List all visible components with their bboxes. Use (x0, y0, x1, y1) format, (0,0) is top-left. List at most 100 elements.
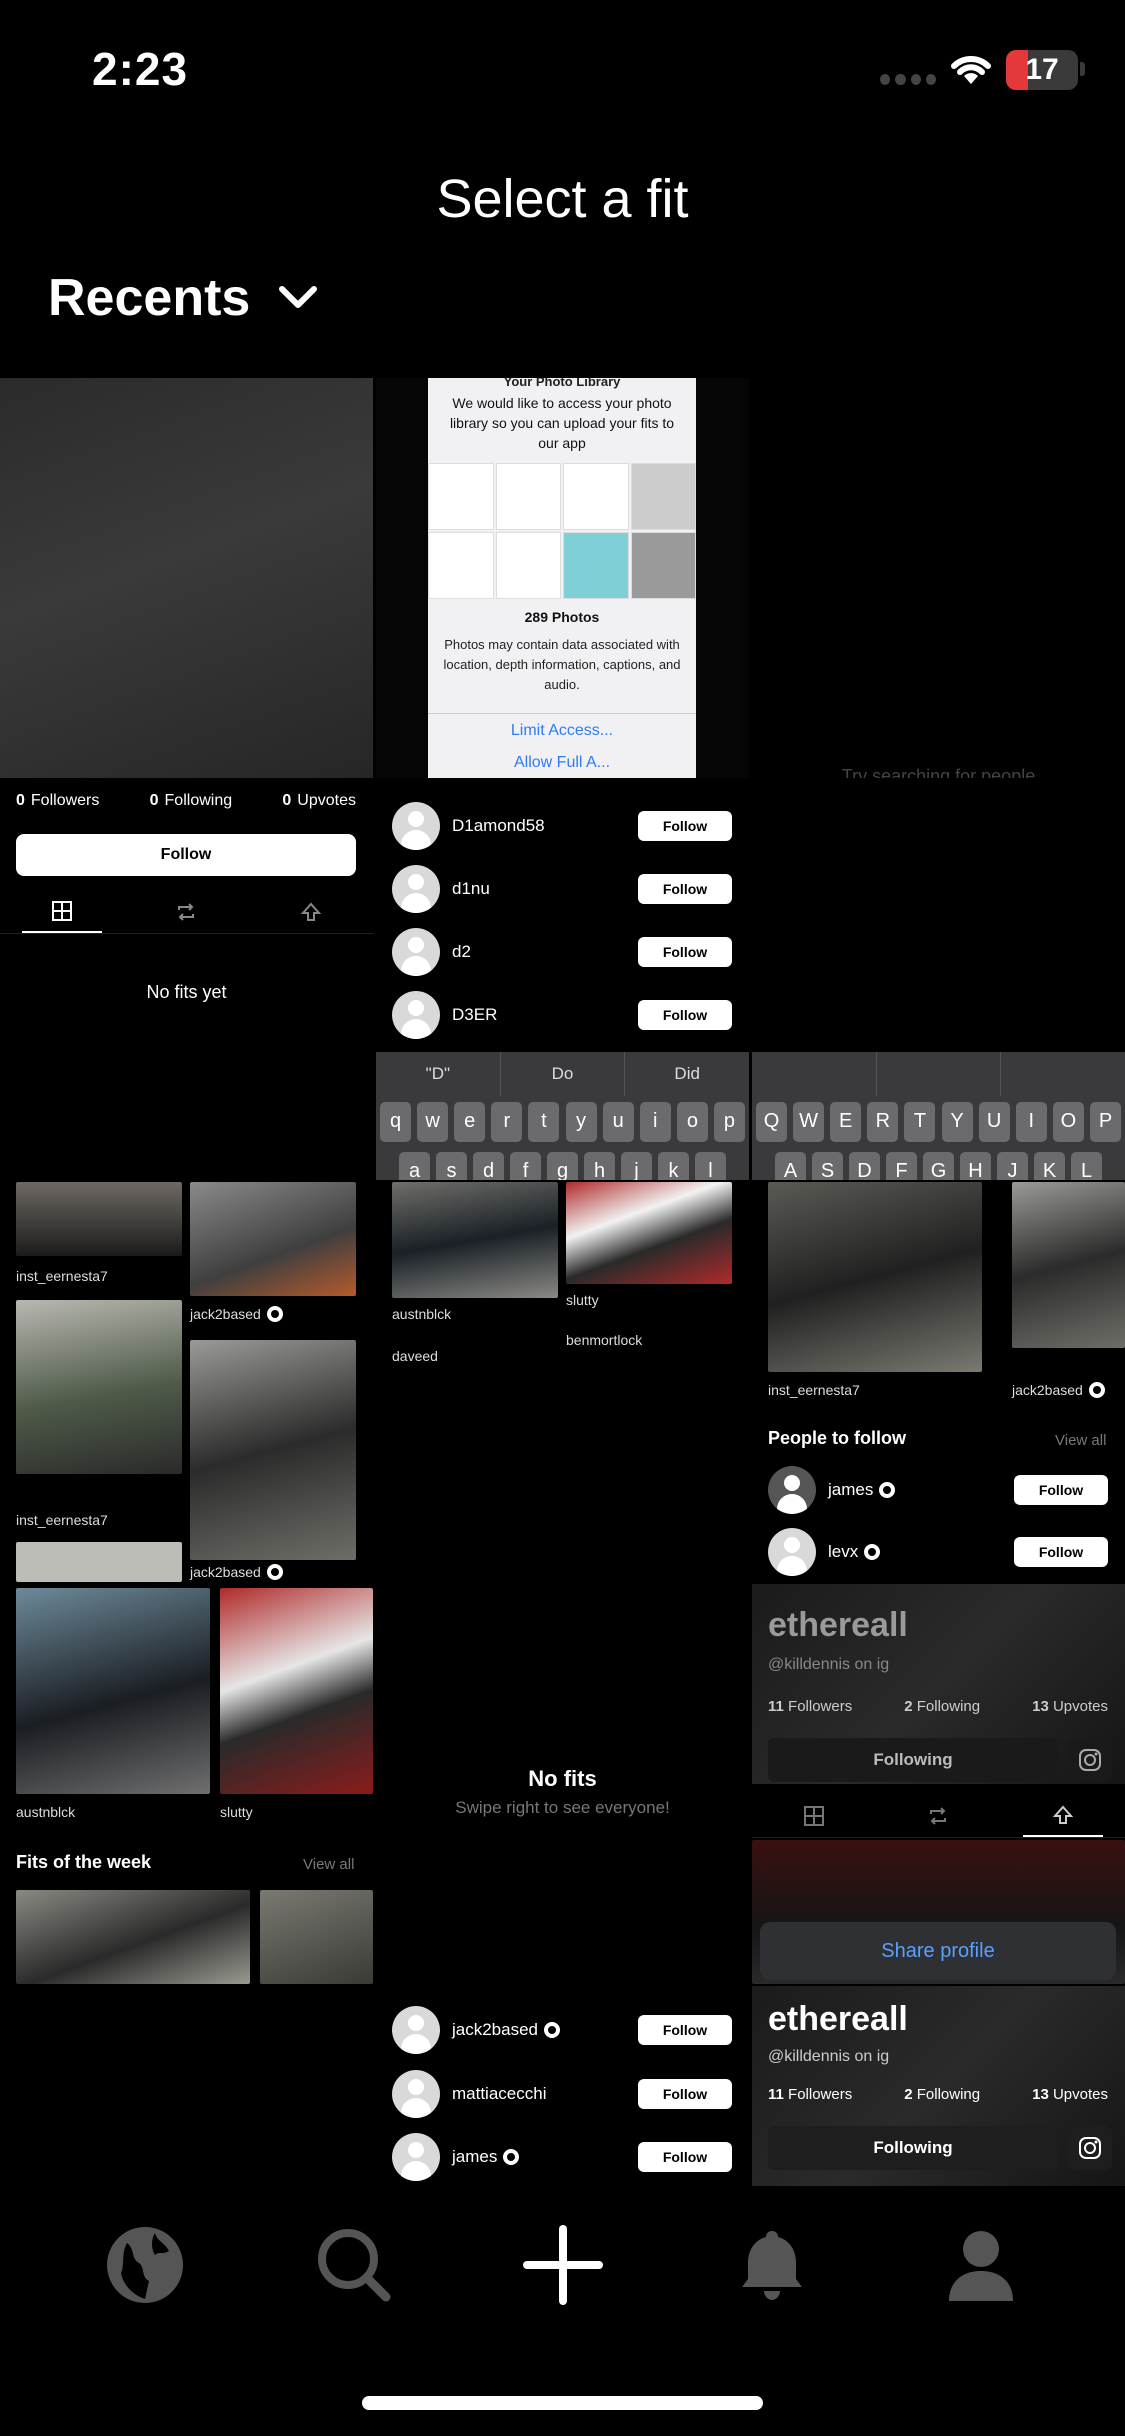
key: i (639, 1102, 671, 1142)
following-count: 0 (149, 792, 159, 809)
key: E (830, 1102, 862, 1142)
photo-thumbnail[interactable]: Q W E R T Y U I O P A S D F G H J K L (752, 780, 1125, 1180)
following-count: 2 (904, 2086, 913, 2103)
page-title: Select a fit (436, 169, 689, 229)
grid-tab (774, 1794, 854, 1837)
username: james (828, 1480, 874, 1499)
profile-tabs (0, 890, 373, 934)
feed-image (566, 1182, 732, 1284)
battery-tip (1080, 62, 1085, 76)
key: q (380, 1102, 411, 1142)
followers-label: Followers (788, 1698, 853, 1715)
nav-profile[interactable] (931, 2215, 1031, 2315)
upvote-tab (1022, 1794, 1103, 1837)
verified-icon (879, 1482, 896, 1498)
photo-thumbnail[interactable]: austnblck daveed slutty benmortlock (376, 1182, 749, 1582)
search-hint: Try searching for people (841, 766, 1036, 778)
key: h (584, 1152, 615, 1180)
key: K (1034, 1152, 1065, 1180)
feed-image (190, 1340, 356, 1560)
instagram-icon (1068, 1738, 1112, 1782)
photo-thumbnail[interactable]: 0 Followers 0 Following 0 Upvotes Follow No… (0, 780, 373, 1180)
repost-icon (930, 1806, 947, 1825)
avatar (768, 1466, 816, 1514)
key: T (904, 1102, 936, 1142)
key: f (510, 1152, 541, 1180)
feed-user: jack2based (1012, 1382, 1105, 1398)
key: t (528, 1102, 560, 1142)
photo-thumbnail[interactable]: inst_eernesta7 jack2based inst_eernesta7… (0, 1182, 373, 1582)
feed-username: slutty (566, 1292, 599, 1308)
bell-icon (741, 2231, 802, 2300)
suggestion: Do (501, 1052, 626, 1096)
feed-image (16, 1182, 182, 1256)
chevron-down-icon (279, 286, 318, 308)
follow-button: Follow (638, 1000, 732, 1030)
album-selector[interactable]: Recents (48, 268, 320, 328)
follow-button: Follow (638, 811, 732, 841)
nav-explore[interactable] (95, 2215, 195, 2315)
suggestion: "D" (376, 1052, 501, 1096)
following-count: 2 (904, 1698, 913, 1715)
avatar (392, 928, 440, 976)
follow-button: Follow (638, 2079, 732, 2109)
nav-notifications[interactable] (722, 2215, 822, 2315)
photo-thumbnail[interactable]: jack2based Follow mattiacecchi Follow ja… (376, 1986, 749, 2186)
followers-count: 0 (16, 792, 25, 809)
dialog-note: Photos may contain data associated with … (443, 637, 681, 692)
profile-stats: 11 Followers 2 Following 13 Upvotes (768, 1698, 1108, 1715)
follow-button: Follow (638, 2015, 732, 2045)
bottom-nav (0, 2205, 1125, 2325)
username: D1amond58 (452, 816, 545, 835)
upvotes-label: Upvotes (1052, 1698, 1108, 1715)
feed-username: benmortlock (566, 1332, 643, 1348)
upvotes-label: Upvotes (1052, 2086, 1108, 2103)
follow-button: Follow (1014, 1537, 1108, 1567)
photo-thumbnail[interactable]: austnblck slutty Fits of the week View a… (0, 1584, 373, 1984)
photo-thumbnail[interactable]: ethereall @killdennis on ig 11 Followers… (752, 1584, 1125, 1984)
verified-icon (503, 2149, 520, 2165)
empty-feed-subtitle: Swipe right to see everyone! (455, 1798, 670, 1817)
feed-user: jack2based (190, 1564, 283, 1580)
photo-count: 289 Photos (524, 609, 600, 625)
repost-tab (146, 890, 226, 933)
photo-thumbnail[interactable]: Your Photo Library We would like to acce… (376, 378, 749, 778)
feed-image (190, 1182, 356, 1296)
album-label: Recents (48, 269, 251, 327)
keyboard: Q W E R T Y U I O P A S D F G H J K L (752, 1052, 1125, 1180)
avatar (392, 2006, 440, 2054)
avatar (392, 2070, 440, 2118)
photo-thumbnail[interactable]: No fits Swipe right to see everyone! (376, 1584, 749, 1984)
key: D (849, 1152, 880, 1180)
key: U (978, 1102, 1010, 1142)
follow-button: Follow (16, 834, 356, 876)
feed-username: inst_eernesta7 (16, 1268, 108, 1284)
cellular-signal-icon (880, 74, 936, 86)
repost-tab (898, 1794, 978, 1837)
plus-icon (522, 2225, 603, 2305)
photo-thumbnail[interactable]: ethereall @killdennis on ig 11 Followers… (752, 1986, 1125, 2186)
following-label: Following (164, 792, 233, 809)
verified-icon (266, 1306, 283, 1322)
key-row-1: q w e r t y u i o p (376, 1102, 749, 1142)
nav-search[interactable] (304, 2215, 404, 2315)
key: a (399, 1152, 430, 1180)
username: jack2based (452, 2020, 539, 2039)
feed-username: jack2based (190, 1564, 261, 1580)
verified-icon (544, 2022, 561, 2038)
photo-thumbnail[interactable] (0, 1986, 373, 2186)
feed-user: jack2based (190, 1306, 283, 1322)
key: I (1015, 1102, 1047, 1142)
username-group: james (828, 1480, 1014, 1500)
suggested-user-row: jack2based Follow (392, 2004, 732, 2056)
photo-thumbnail[interactable] (0, 378, 373, 778)
photo-thumbnail[interactable]: Try searching for people (752, 378, 1125, 778)
avatar (392, 2133, 440, 2181)
username-group: james (452, 2147, 638, 2167)
key: d (473, 1152, 504, 1180)
photo-thumbnail[interactable]: D1amond58 Follow d1nu Follow d2 Follow D… (376, 780, 749, 1180)
key: A (775, 1152, 806, 1180)
photo-thumbnail[interactable]: inst_eernesta7 jack2based People to foll… (752, 1182, 1125, 1582)
suggestion (1001, 1052, 1125, 1096)
nav-add[interactable] (513, 2215, 613, 2315)
